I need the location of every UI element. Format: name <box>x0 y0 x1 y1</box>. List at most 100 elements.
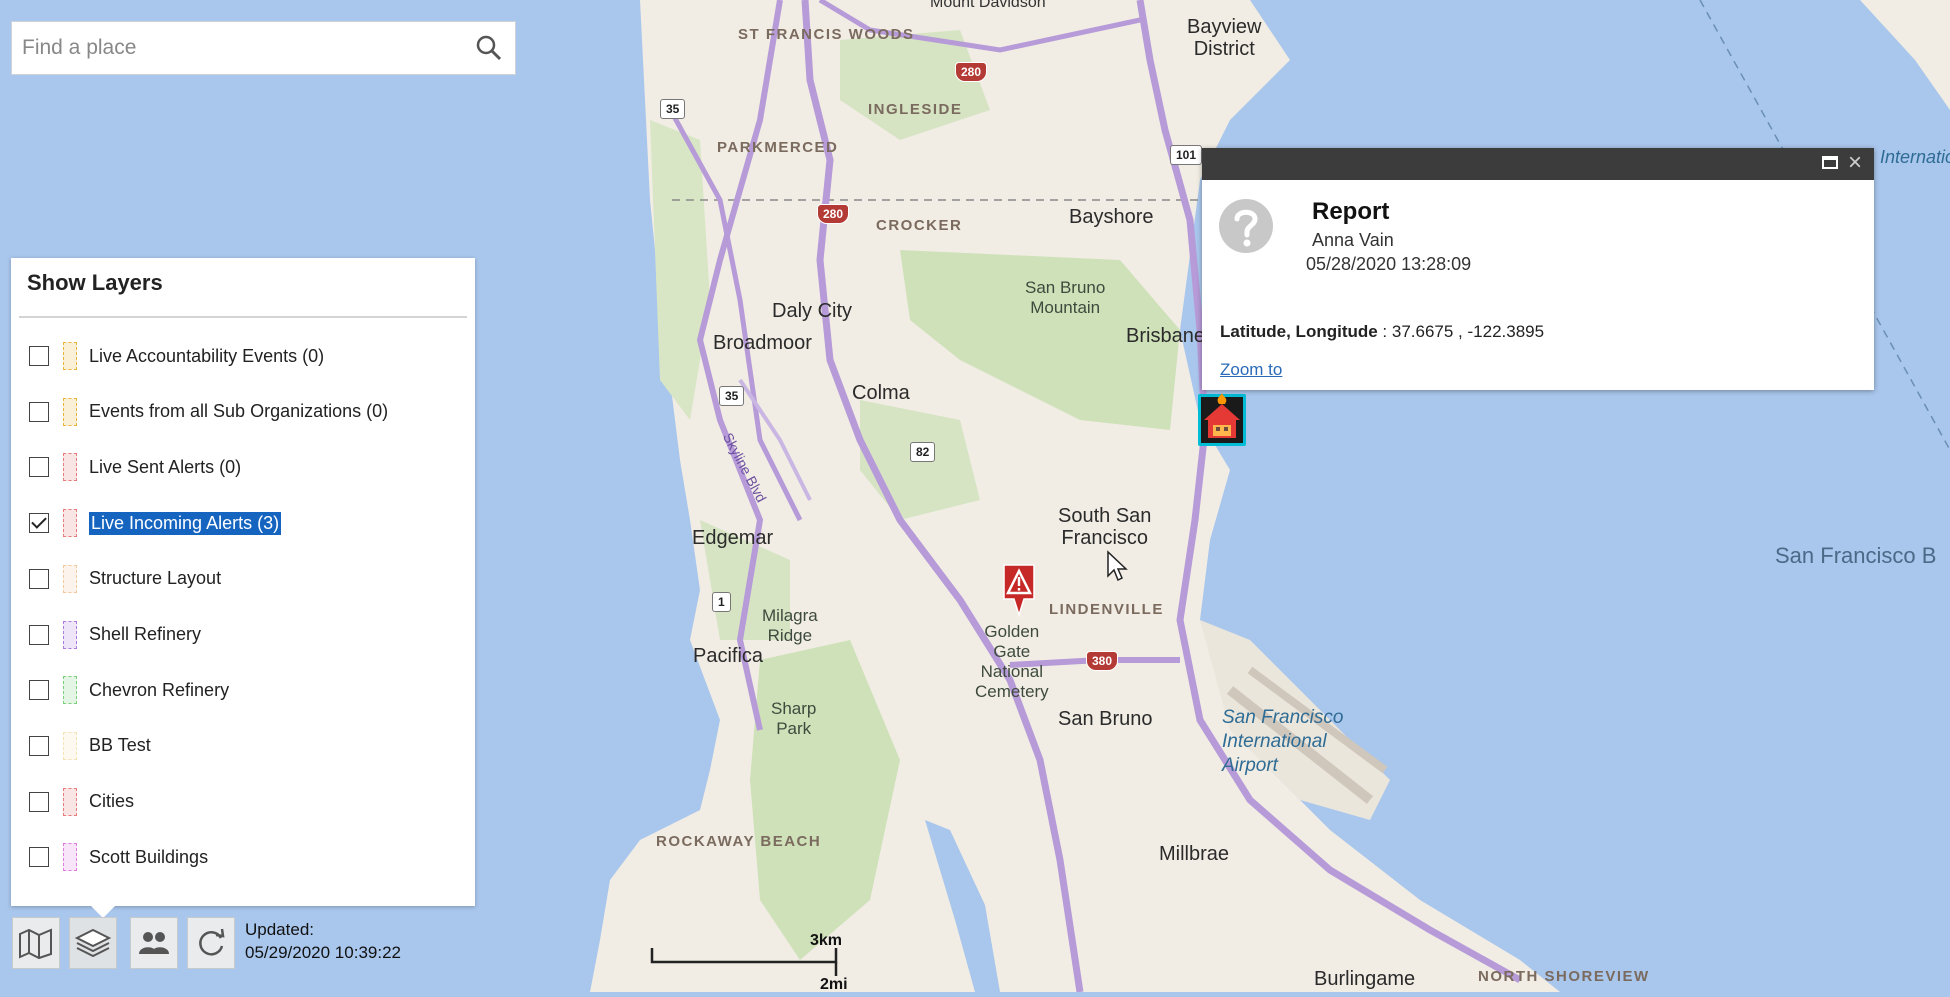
map-label-pacifica: Pacifica <box>693 645 764 667</box>
layers-tool-button[interactable] <box>69 917 117 969</box>
layer-row[interactable]: BB Test <box>29 730 151 762</box>
map-label-millbrae: Millbrae <box>1159 843 1230 865</box>
house-fire-marker[interactable] <box>1197 392 1247 448</box>
layer-row[interactable]: Live Sent Alerts (0) <box>29 451 241 483</box>
layer-checkbox[interactable] <box>29 624 49 645</box>
shield-us101: 101 <box>1170 145 1203 165</box>
layer-color-swatch <box>63 453 77 482</box>
refresh-tool-button[interactable] <box>187 917 235 969</box>
layer-label: BB Test <box>89 735 151 756</box>
layer-row[interactable]: Live Accountability Events (0) <box>29 340 324 372</box>
map-label-golden-gate-cemetery: Golden Gate National Cemetery <box>975 622 1049 701</box>
map-label-rockaway-beach: ROCKAWAY BEACH <box>656 833 822 850</box>
shield-i380: 380 <box>1086 651 1119 671</box>
map-label-st-francis-woods: ST FRANCIS WOODS <box>738 26 915 43</box>
map-label-sharp-park: Sharp Park <box>771 699 817 738</box>
layer-color-swatch <box>63 676 77 705</box>
search-input[interactable] <box>12 22 482 74</box>
popup-timestamp: 05/28/2020 13:28:09 <box>1306 254 1472 274</box>
popup-coordinates: Latitude, Longitude : 37.6675 , -122.389… <box>1220 322 1544 342</box>
map-label-bayshore: Bayshore <box>1069 206 1154 228</box>
map-label-north-shoreview: NORTH SHOREVIEW <box>1478 968 1650 985</box>
map-label-milagra-ridge: Milagra Ridge <box>762 606 818 645</box>
users-icon <box>139 932 169 954</box>
layer-row[interactable]: Events from all Sub Organizations (0) <box>29 396 388 428</box>
updated-label: Updated: <box>245 920 314 939</box>
map-label-san-bruno: San Bruno <box>1058 708 1153 730</box>
layers-panel-title: Show Layers <box>27 270 163 295</box>
map-label-mount-davidson: Mount Davidson <box>930 0 1046 11</box>
layer-row[interactable]: Live Incoming Alerts (3) <box>29 507 282 539</box>
layer-checkbox[interactable] <box>29 513 49 534</box>
layer-checkbox[interactable] <box>29 847 49 868</box>
alert-marker[interactable] <box>1000 563 1038 617</box>
layer-row[interactable]: Structure Layout <box>29 563 221 595</box>
map-label-brisbane: Brisbane <box>1126 325 1205 347</box>
map-label-sfo: San Francisco International Airport <box>1222 707 1344 776</box>
map-label-parkmerced: PARKMERCED <box>717 139 839 156</box>
shield-i280-top: 280 <box>955 62 988 82</box>
layer-label: Scott Buildings <box>89 846 209 867</box>
map-label-burlingame: Burlingame <box>1314 968 1416 990</box>
maximize-icon[interactable] <box>1822 156 1838 169</box>
mouse-cursor-icon <box>1107 550 1128 582</box>
map-label-bayview-district: Bayview District <box>1187 16 1262 60</box>
question-mark-icon <box>1219 199 1273 253</box>
layer-label: Structure Layout <box>89 568 222 589</box>
layer-label: Live Incoming Alerts (3) <box>89 511 282 535</box>
layer-color-swatch <box>63 620 77 649</box>
shield-sr35-mid: 35 <box>719 386 745 406</box>
layer-color-swatch <box>63 509 77 538</box>
layer-color-swatch <box>63 342 77 370</box>
layer-checkbox[interactable] <box>29 346 49 366</box>
layer-row[interactable]: Scott Buildings <box>29 841 208 873</box>
layer-color-swatch <box>63 787 77 816</box>
zoom-to-link[interactable]: Zoom to <box>1220 360 1282 380</box>
report-popup: × Report Anna Vain 05/28/2020 13:28:09 L… <box>1202 148 1874 390</box>
layer-label: Live Sent Alerts (0) <box>89 456 242 477</box>
layer-label: Chevron Refinery <box>89 679 230 700</box>
layers-panel-divider <box>19 316 467 318</box>
coords-value: : 37.6675 , -122.3895 <box>1377 322 1545 341</box>
map-label-lindenville: LINDENVILLE <box>1049 601 1164 618</box>
layer-checkbox[interactable] <box>29 680 49 701</box>
layers-panel: Show Layers Live Accountability Events (… <box>11 258 475 918</box>
layer-checkbox[interactable] <box>29 791 49 812</box>
scale-km-label: 3km <box>810 932 843 949</box>
popup-title: Report <box>1312 198 1390 225</box>
map-label-daly-city: Daly City <box>772 300 853 322</box>
map-icon <box>19 928 52 960</box>
layer-checkbox[interactable] <box>29 401 49 422</box>
map-label-ingleside: INGLESIDE <box>868 101 963 118</box>
land-east-top <box>1860 0 1950 110</box>
popup-title-bar: × <box>1202 148 1874 180</box>
scale-bar: 3km 2mi <box>650 932 848 993</box>
layer-checkbox[interactable] <box>29 568 49 589</box>
layer-label: Live Accountability Events (0) <box>89 345 325 366</box>
layer-row[interactable]: Cities <box>29 786 134 818</box>
layer-checkbox[interactable] <box>29 735 49 756</box>
map-label-san-francisco-bay: San Francisco B <box>1775 543 1937 568</box>
layer-color-swatch <box>63 731 77 760</box>
close-icon[interactable]: × <box>1844 151 1866 175</box>
layer-color-swatch <box>63 843 77 872</box>
layer-label: Shell Refinery <box>89 624 202 644</box>
shield-sr82: 82 <box>910 442 936 462</box>
map-label-colma: Colma <box>852 382 910 404</box>
map-label-broadmoor: Broadmoor <box>713 332 812 354</box>
map-label-international: Internatio <box>1880 147 1950 167</box>
coords-label: Latitude, Longitude <box>1220 322 1378 341</box>
map-label-south-san-francisco: South San Francisco <box>1058 505 1152 549</box>
layer-label: Events from all Sub Organizations (0) <box>89 401 389 422</box>
updated-timestamp: 05/29/2020 10:39:22 <box>245 943 401 962</box>
layer-checkbox[interactable] <box>29 457 49 478</box>
search-icon[interactable] <box>475 34 503 62</box>
map-tool-button[interactable] <box>12 917 60 969</box>
layer-row[interactable]: Chevron Refinery <box>29 674 229 706</box>
map-label-san-bruno-mountain: San Bruno Mountain <box>1025 278 1106 317</box>
layer-row[interactable]: Shell Refinery <box>29 619 201 651</box>
shield-sr1: 1 <box>712 592 731 612</box>
layer-color-swatch <box>63 564 77 593</box>
shield-sr35-top: 35 <box>660 99 686 119</box>
users-tool-button[interactable] <box>130 917 178 969</box>
